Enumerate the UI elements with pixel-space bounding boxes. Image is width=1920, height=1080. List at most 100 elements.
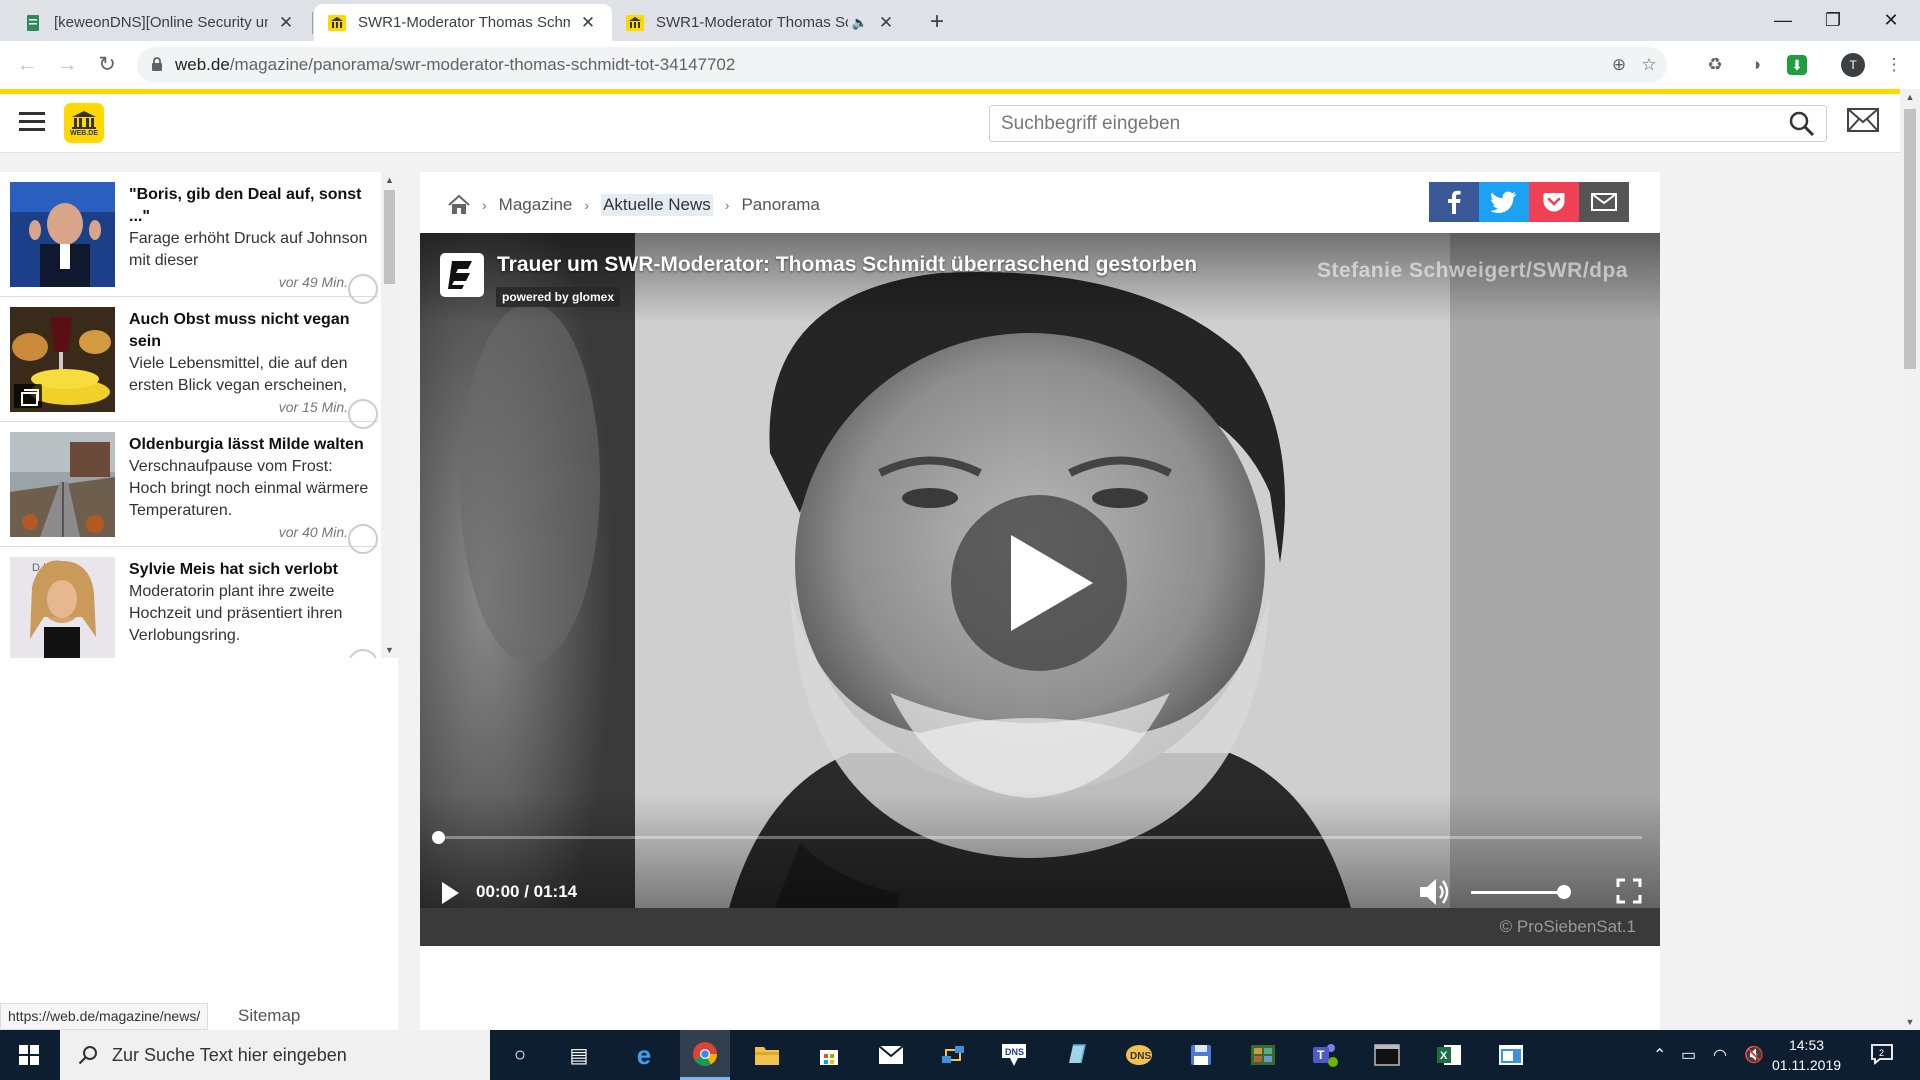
search-input[interactable]: [990, 106, 1770, 141]
speaker-icon[interactable]: 🔈: [852, 15, 868, 31]
windows-logo-icon: [19, 1045, 39, 1065]
close-tab-icon[interactable]: ✕: [276, 13, 296, 33]
store-icon[interactable]: [812, 1038, 846, 1072]
sitemap-link[interactable]: Sitemap: [238, 1003, 300, 1028]
download-extension-icon[interactable]: ⬇: [1787, 55, 1807, 75]
volume-knob[interactable]: [1557, 885, 1571, 899]
volume-icon[interactable]: [1418, 876, 1452, 908]
email-share-button[interactable]: [1579, 182, 1629, 222]
news-headline[interactable]: Sylvie Meis hat sich verlobt: [129, 559, 369, 581]
big-play-button[interactable]: [951, 495, 1127, 671]
volume-slider[interactable]: [1471, 885, 1571, 899]
breadcrumb-aktuelle-news[interactable]: Aktuelle News: [601, 194, 713, 216]
hamburger-menu-icon[interactable]: [19, 112, 45, 132]
news-thumbnail[interactable]: [10, 182, 115, 287]
browser-tab-swr1-active[interactable]: SWR1-Moderator Thomas Schmi ✕: [314, 4, 612, 41]
video-time: 00:00 / 01:14: [476, 882, 578, 901]
taskbar-clock[interactable]: 14:53 01.11.2019: [1772, 1035, 1841, 1075]
dns-tool-icon[interactable]: DNS: [1122, 1038, 1156, 1072]
glomex-logo-icon[interactable]: [440, 253, 484, 297]
breadcrumb-magazine[interactable]: Magazine: [499, 195, 573, 215]
chrome-browser-icon[interactable]: [680, 1030, 730, 1080]
edge-browser-icon[interactable]: e: [627, 1038, 661, 1072]
scroll-up-arrow[interactable]: ▲: [381, 172, 398, 188]
video-player[interactable]: Trauer um SWR-Moderator: Thomas Schmidt …: [420, 233, 1660, 946]
close-tab-icon[interactable]: ✕: [578, 13, 598, 33]
news-thumbnail[interactable]: [10, 307, 115, 412]
forward-button[interactable]: →: [52, 50, 82, 80]
browser-tab-keweon[interactable]: [keweonDNS][Online Security un ✕: [10, 4, 310, 41]
mail-icon[interactable]: [1847, 108, 1879, 132]
facebook-share-button[interactable]: [1429, 182, 1479, 222]
search-icon[interactable]: [1788, 110, 1816, 138]
twitter-share-button[interactable]: [1479, 182, 1529, 222]
back-button[interactable]: ←: [12, 50, 42, 80]
news-time: vor 49 Min.: [278, 274, 348, 290]
file-explorer-icon[interactable]: [750, 1038, 784, 1072]
volume-muted-icon[interactable]: 🔇: [1744, 1045, 1764, 1065]
breadcrumb-panorama[interactable]: Panorama: [741, 195, 819, 215]
browser-tab-swr1-audio[interactable]: SWR1-Moderator Thomas Sc 🔈 ✕: [612, 4, 910, 41]
notes-app-icon[interactable]: [1060, 1038, 1094, 1072]
news-headline[interactable]: "Boris, gib den Deal auf, sonst ...": [129, 184, 369, 228]
pocket-share-button[interactable]: [1529, 182, 1579, 222]
add-icon[interactable]: ⊕: [1607, 53, 1631, 77]
page-scrollbar[interactable]: ▲ ▼: [1900, 89, 1920, 1030]
tray-expand-icon[interactable]: ⌃: [1653, 1045, 1666, 1065]
video-title[interactable]: Trauer um SWR-Moderator: Thomas Schmidt …: [497, 253, 1197, 277]
battery-icon[interactable]: ▭: [1681, 1045, 1696, 1065]
excel-icon[interactable]: X: [1432, 1038, 1466, 1072]
news-list-scrollbar[interactable]: ▲ ▼: [381, 172, 398, 658]
close-window-button[interactable]: ✕: [1862, 0, 1920, 41]
scroll-down-arrow[interactable]: ▼: [1900, 1014, 1920, 1030]
new-tab-button[interactable]: +: [922, 7, 952, 37]
news-item[interactable]: Auch Obst muss nicht vegan sein Viele Le…: [0, 297, 378, 429]
logo-text: WEB.DE: [70, 129, 98, 137]
webde-logo[interactable]: WEB.DE: [64, 103, 104, 143]
windows-start-button[interactable]: [0, 1030, 58, 1080]
task-view-icon[interactable]: ▤: [562, 1038, 596, 1072]
fullscreen-icon[interactable]: [1616, 878, 1642, 904]
news-item[interactable]: Oldenburgia lässt Milde walten Verschnau…: [0, 422, 378, 554]
terminal-icon[interactable]: [1370, 1038, 1404, 1072]
scrollbar-thumb[interactable]: [1904, 109, 1916, 369]
scroll-down-arrow[interactable]: ▼: [381, 642, 398, 658]
news-item[interactable]: "Boris, gib den Deal auf, sonst ..." Far…: [0, 172, 378, 304]
address-bar[interactable]: web.de/magazine/panorama/swr-moderator-t…: [137, 47, 1667, 83]
restore-button[interactable]: ❐: [1804, 0, 1862, 41]
news-headline[interactable]: Oldenburgia lässt Milde walten: [129, 434, 369, 456]
media-app-icon[interactable]: [1246, 1038, 1280, 1072]
play-icon[interactable]: [442, 882, 459, 904]
news-teaser: Viele Lebensmittel, die auf den ersten B…: [129, 355, 348, 394]
cortana-icon[interactable]: ○: [503, 1038, 537, 1072]
mail-app-icon[interactable]: [874, 1038, 908, 1072]
window-app-icon[interactable]: [1494, 1038, 1528, 1072]
news-thumbnail[interactable]: D LAS: [10, 557, 115, 658]
scroll-up-arrow[interactable]: ▲: [1900, 89, 1920, 105]
browser-toolbar: ← → ↻ web.de/magazine/panorama/swr-moder…: [0, 41, 1920, 89]
circle-extension-icon[interactable]: ◑: [1744, 53, 1768, 77]
news-teaser: Verschnaufpause vom Frost: Hoch bringt n…: [129, 458, 369, 519]
progress-knob[interactable]: [432, 831, 445, 844]
wifi-icon[interactable]: ◠: [1713, 1045, 1727, 1065]
site-header: WEB.DE: [0, 94, 1900, 153]
menu-kebab-icon[interactable]: ⋮: [1882, 53, 1906, 77]
news-headline[interactable]: Auch Obst muss nicht vegan sein: [129, 309, 369, 353]
home-icon[interactable]: [448, 195, 470, 215]
close-tab-icon[interactable]: ✕: [876, 13, 896, 33]
network-app-icon[interactable]: [936, 1038, 970, 1072]
teams-icon[interactable]: T: [1308, 1038, 1342, 1072]
photo-credit: Stefanie Schweigert/SWR/dpa: [1316, 259, 1628, 282]
news-thumbnail[interactable]: [10, 432, 115, 537]
floppy-save-icon[interactable]: [1184, 1038, 1218, 1072]
bookmark-star-icon[interactable]: ☆: [1637, 53, 1661, 77]
taskbar-search[interactable]: Zur Suche Text hier eingeben: [60, 1030, 490, 1080]
notification-center-icon[interactable]: 2: [1870, 1042, 1894, 1071]
reload-button[interactable]: ↻: [92, 50, 122, 80]
profile-avatar[interactable]: T: [1841, 53, 1865, 77]
dns-app-icon[interactable]: DNS: [997, 1038, 1031, 1072]
scrollbar-thumb[interactable]: [384, 190, 395, 284]
video-progress-bar[interactable]: [432, 831, 1642, 844]
recycle-extension-icon[interactable]: ♻: [1703, 53, 1727, 77]
news-item[interactable]: D LAS Sylvie Meis hat sich verlobt Moder…: [0, 547, 378, 658]
